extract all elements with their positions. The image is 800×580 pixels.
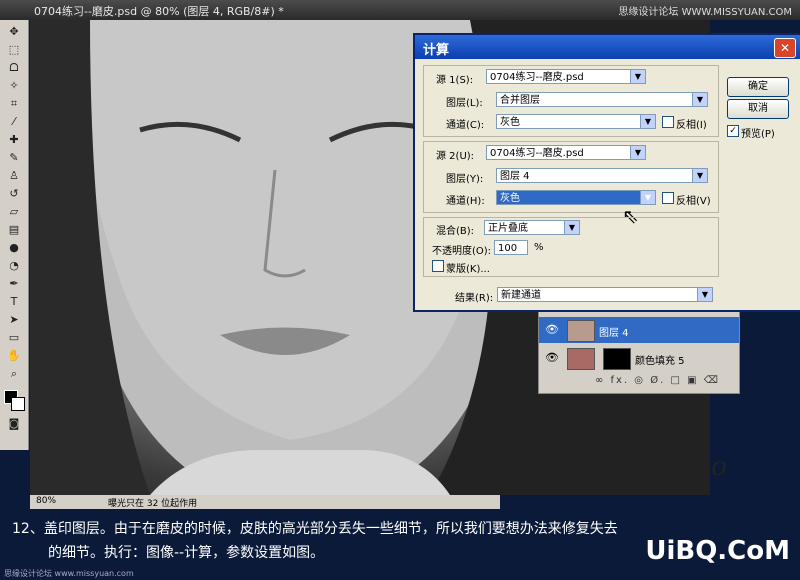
chevron-down-icon: ▼: [630, 70, 645, 83]
caption-line-1: 12、盖印图层。由于在磨皮的时候，皮肤的高光部分丢失一些细节，所以我们要想办法来…: [12, 521, 618, 537]
blend-label: 混合(B):: [436, 226, 475, 237]
source1-layer-select[interactable]: 合并图层 ▼: [496, 92, 708, 107]
tutorial-caption: 12、盖印图层。由于在磨皮的时候，皮肤的高光部分丢失一些细节，所以我们要想办法来…: [0, 512, 800, 580]
brush-icon[interactable]: ✎: [4, 150, 24, 166]
blur-icon[interactable]: ●: [4, 240, 24, 256]
dodge-icon[interactable]: ◔: [4, 258, 24, 274]
status-bar: 80% 曝光只在 32 位起作用: [30, 495, 500, 509]
source1-group: 源 1(S): 0704练习--磨皮.psd ▼ 图层(L): 合并图层 ▼ 通道(…: [423, 65, 719, 137]
pen-icon[interactable]: ✒: [4, 276, 24, 292]
preview-checkbox[interactable]: ✓: [727, 125, 739, 137]
source1-select[interactable]: 0704练习--磨皮.psd ▼: [486, 69, 646, 84]
source2-layer-select[interactable]: 图层 4 ▼: [496, 168, 708, 183]
chevron-down-icon: ▼: [697, 288, 712, 301]
path-select-icon[interactable]: ➤: [4, 312, 24, 328]
magic-wand-icon[interactable]: ✧: [4, 78, 24, 94]
eyedropper-icon[interactable]: ⁄: [4, 114, 24, 130]
source2-label: 源 2(U):: [436, 151, 475, 162]
background-color-swatch[interactable]: [11, 397, 25, 411]
ok-button[interactable]: 确定: [727, 77, 789, 97]
source1-invert-checkbox[interactable]: [662, 116, 674, 128]
chevron-down-icon: ▼: [564, 221, 579, 234]
layer-name: 颜色填充 5: [635, 356, 685, 367]
blend-group: 混合(B): 正片叠底 ▼ 不透明度(O): 100 % 蒙版(K)...: [423, 217, 719, 277]
move-icon[interactable]: ✥: [4, 24, 24, 40]
hand-icon[interactable]: ✋: [4, 348, 24, 364]
zoom-level[interactable]: 80%: [36, 496, 56, 506]
close-icon[interactable]: ✕: [774, 38, 796, 58]
mask-checkbox[interactable]: [432, 260, 444, 272]
layers-panel: 👁 图层 4 👁 颜色填充 5 ∞ fx. ◎ Ø. □ ▣ ⌫: [538, 308, 740, 394]
opacity-label: 不透明度(O):: [432, 246, 492, 257]
dialog-title-bar: 计算 ✕: [415, 35, 800, 59]
preview-label: 预览(P): [741, 129, 775, 140]
gradient-icon[interactable]: ▤: [4, 222, 24, 238]
source2-select[interactable]: 0704练习--磨皮.psd ▼: [486, 145, 646, 160]
chevron-down-icon: ▼: [640, 191, 655, 204]
source1-channel-label: 通道(C):: [446, 120, 485, 131]
clone-stamp-icon[interactable]: ♙: [4, 168, 24, 184]
dialog-title: 计算: [423, 43, 450, 58]
caption-line-2: 的细节。执行：图像--计算，参数设置如图。: [48, 545, 325, 561]
lasso-icon[interactable]: ᗝ: [4, 60, 24, 76]
layer-mask-thumbnail: [603, 348, 631, 370]
layer-row-color-fill[interactable]: 👁 颜色填充 5: [539, 345, 739, 371]
eye-icon[interactable]: 👁: [545, 323, 559, 336]
blend-mode-select[interactable]: 正片叠底 ▼: [484, 220, 580, 235]
opacity-unit: %: [534, 242, 544, 253]
site-watermark: 思缘设计论坛 WWW.MISSYUAN.COM: [618, 7, 792, 18]
status-message: 曝光只在 32 位起作用: [108, 499, 198, 509]
layers-footer-icons[interactable]: ∞ fx. ◎ Ø. □ ▣ ⌫: [595, 375, 720, 386]
signature: Huoshanizuo: [555, 452, 727, 482]
result-select[interactable]: 新建通道 ▼: [497, 287, 713, 302]
bottom-watermark: 思缘设计论坛 www.missyuan.com: [4, 569, 134, 578]
source2-invert-label: 反相(V): [676, 196, 711, 207]
eraser-icon[interactable]: ▱: [4, 204, 24, 220]
eye-icon[interactable]: 👁: [545, 351, 559, 364]
mask-label: 蒙版(K)...: [446, 264, 490, 275]
layer-thumbnail: [567, 320, 595, 342]
history-brush-icon[interactable]: ↺: [4, 186, 24, 202]
photoshop-title-bar: 0704练习--磨皮.psd @ 80% (图层 4, RGB/8#) * 思缘…: [0, 0, 800, 20]
marquee-icon[interactable]: ⬚: [4, 42, 24, 58]
source2-layer-label: 图层(Y):: [446, 174, 484, 185]
quick-mask-icon[interactable]: ◙: [4, 416, 24, 432]
chevron-down-icon: ▼: [640, 115, 655, 128]
layer-row-layer4[interactable]: 👁 图层 4: [539, 317, 739, 343]
source2-channel-select[interactable]: 灰色 ▼: [496, 190, 656, 205]
toolbox: ✥ ⬚ ᗝ ✧ ⌗ ⁄ ✚ ✎ ♙ ↺ ▱ ▤ ● ◔ ✒ T ➤ ▭ ✋ ⌕ …: [0, 20, 29, 450]
source1-channel-select[interactable]: 灰色 ▼: [496, 114, 656, 129]
calculations-dialog: 计算 ✕ 源 1(S): 0704练习--磨皮.psd ▼ 图层(L): 合并图层…: [413, 33, 800, 312]
opacity-input[interactable]: 100: [494, 240, 528, 255]
healing-brush-icon[interactable]: ✚: [4, 132, 24, 148]
result-label: 结果(R):: [455, 293, 494, 304]
source2-channel-label: 通道(H):: [446, 196, 485, 207]
zoom-icon[interactable]: ⌕: [4, 366, 24, 382]
fill-thumbnail: [567, 348, 595, 370]
document-title: 0704练习--磨皮.psd @ 80% (图层 4, RGB/8#) *: [34, 5, 284, 18]
chevron-down-icon: ▼: [630, 146, 645, 159]
shape-icon[interactable]: ▭: [4, 330, 24, 346]
chevron-down-icon: ▼: [692, 169, 707, 182]
crop-icon[interactable]: ⌗: [4, 96, 24, 112]
source2-group: 源 2(U): 0704练习--磨皮.psd ▼ 图层(Y): 图层 4 ▼ 通道(…: [423, 141, 719, 228]
source2-invert-checkbox[interactable]: [662, 192, 674, 204]
chevron-down-icon: ▼: [692, 93, 707, 106]
site-logo: UiBQ.CoM: [645, 536, 790, 566]
source1-layer-label: 图层(L):: [446, 98, 483, 109]
cancel-button[interactable]: 取消: [727, 99, 789, 119]
source1-invert-label: 反相(I): [676, 120, 707, 131]
layer-name: 图层 4: [599, 328, 629, 339]
source1-label: 源 1(S):: [436, 75, 474, 86]
type-icon[interactable]: T: [4, 294, 24, 310]
